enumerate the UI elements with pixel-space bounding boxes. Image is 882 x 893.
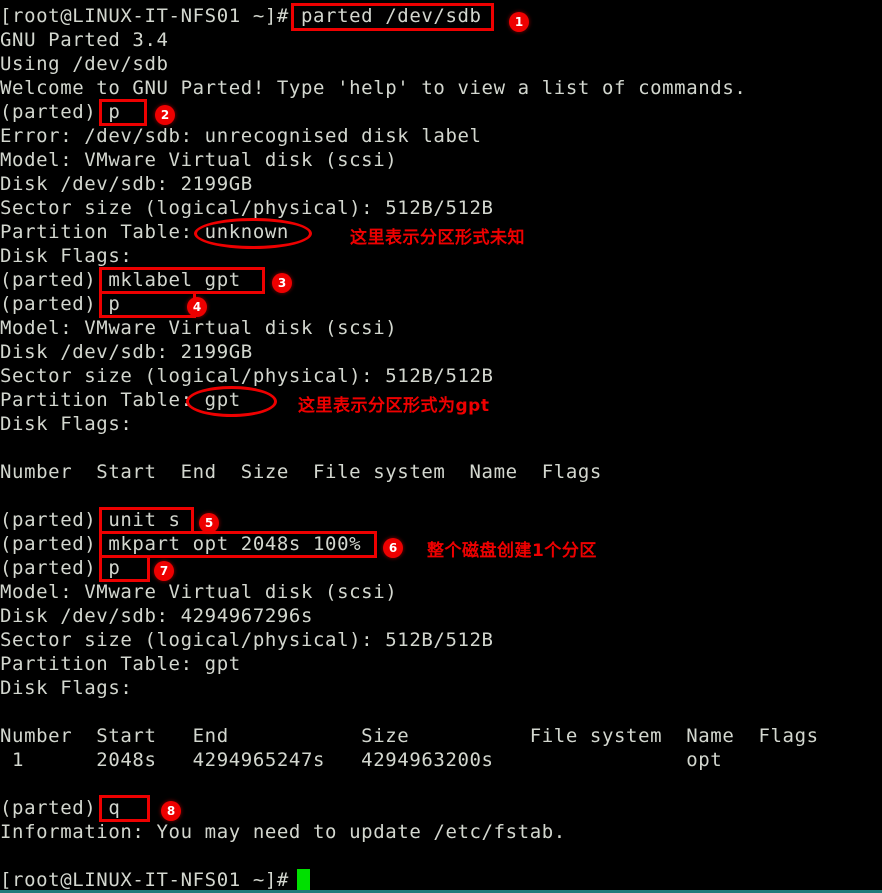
terminal-line-final-prompt: [root@LINUX-IT-NFS01 ~]# — [0, 869, 289, 891]
annotation-badge-2: 2 — [155, 105, 175, 125]
terminal-line-sector-size-1: Sector size (logical/physical): 512B/512… — [0, 197, 494, 219]
terminal-line-welcome: Welcome to GNU Parted! Type 'help' to vi… — [0, 77, 747, 99]
terminal-line-command-mkpart: (parted) mkpart opt 2048s 100% — [0, 533, 362, 555]
terminal-line-command-p-2: (parted) p — [0, 293, 121, 315]
partition-table-row: 1 2048s 4294965247s 4294963200s opt — [0, 749, 723, 771]
annotation-badge-3: 3 — [272, 273, 292, 293]
terminal-line-command-unit: (parted) unit s — [0, 509, 181, 531]
terminal-line-sector-size-2: Sector size (logical/physical): 512B/512… — [0, 365, 494, 387]
terminal-line-partition-table-unknown: Partition Table: unknown — [0, 221, 289, 243]
terminal-line-disk-flags-2: Disk Flags: — [0, 413, 133, 435]
terminal-line-disk-size-1: Disk /dev/sdb: 2199GB — [0, 173, 253, 195]
annotation-text-gpt: 这里表示分区形式为gpt — [298, 396, 490, 416]
partition-table-header-empty: Number Start End Size File system Name F… — [0, 461, 602, 483]
terminal-line-disk-flags-3: Disk Flags: — [0, 677, 133, 699]
annotation-badge-8: 8 — [161, 801, 181, 821]
terminal-window[interactable]: [root@LINUX-IT-NFS01 ~]# parted /dev/sdb… — [0, 0, 882, 893]
terminal-line-sector-size-3: Sector size (logical/physical): 512B/512… — [0, 629, 494, 651]
terminal-line-command-parted: [root@LINUX-IT-NFS01 ~]# parted /dev/sdb — [0, 5, 482, 27]
annotation-badge-6: 6 — [383, 538, 403, 558]
terminal-line-model-1: Model: VMware Virtual disk (scsi) — [0, 149, 398, 171]
annotation-badge-7: 7 — [154, 561, 174, 581]
terminal-line-model-3: Model: VMware Virtual disk (scsi) — [0, 581, 398, 603]
annotation-badge-4: 4 — [187, 297, 207, 317]
terminal-cursor — [297, 869, 310, 890]
annotation-badge-1: 1 — [509, 12, 529, 32]
terminal-line-partition-table-gpt-1: Partition Table: gpt — [0, 389, 241, 411]
terminal-line-disk-size-2: Disk /dev/sdb: 2199GB — [0, 341, 253, 363]
terminal-line-model-2: Model: VMware Virtual disk (scsi) — [0, 317, 398, 339]
terminal-line-error: Error: /dev/sdb: unrecognised disk label — [0, 125, 482, 147]
terminal-line-command-mklabel: (parted) mklabel gpt — [0, 269, 241, 291]
terminal-line-command-p-3: (parted) p — [0, 557, 121, 579]
terminal-line-command-q: (parted) q — [0, 797, 121, 819]
partition-table-header: Number Start End Size File system Name F… — [0, 725, 819, 747]
terminal-line-command-p-1: (parted) p — [0, 101, 121, 123]
annotation-text-mkpart: 整个磁盘创建1个分区 — [427, 541, 597, 561]
annotation-text-unknown: 这里表示分区形式未知 — [350, 228, 525, 248]
terminal-line-using-device: Using /dev/sdb — [0, 53, 169, 75]
annotation-badge-5: 5 — [199, 513, 219, 533]
terminal-line-disk-flags-1: Disk Flags: — [0, 245, 133, 267]
terminal-line-information: Information: You may need to update /etc… — [0, 821, 566, 843]
terminal-line-partition-table-gpt-2: Partition Table: gpt — [0, 653, 241, 675]
terminal-line-disk-size-sectors: Disk /dev/sdb: 4294967296s — [0, 605, 314, 627]
terminal-line-version: GNU Parted 3.4 — [0, 29, 169, 51]
